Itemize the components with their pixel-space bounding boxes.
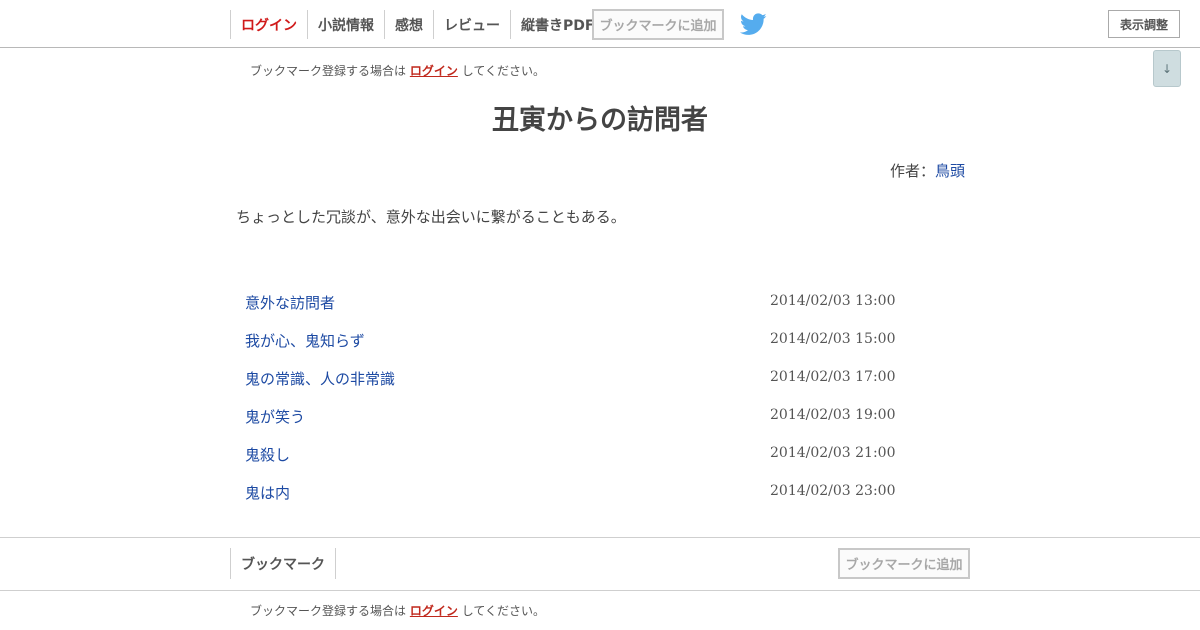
novel-title: 丑寅からの訪問者 [492,105,708,136]
down-arrow-icon: ↓ [1161,61,1173,76]
notice-prefix: ブックマーク登録する場合は [250,64,407,78]
chapter-link[interactable]: 鬼は内 [245,482,290,503]
bookmark-tab[interactable]: ブックマーク [230,548,336,579]
author-line: 作者：鳥頭 [890,160,965,181]
review-link[interactable]: レビュー [433,10,510,39]
chapter-date: 2014/02/03 23:00 [770,483,896,499]
footer-notice-prefix: ブックマーク登録する場合は [250,604,407,618]
vertical-pdf-link[interactable]: 縦書きPDF [510,10,604,39]
scroll-down-button[interactable]: ↓ [1153,50,1181,87]
bottom-bookmark-bar [0,537,1200,591]
notice-login-link[interactable]: ログイン [410,64,458,78]
chapter-date: 2014/02/03 19:00 [770,407,896,423]
chapter-date: 2014/02/03 21:00 [770,445,896,461]
author-name-link[interactable]: 鳥頭 [935,162,965,180]
twitter-bird-icon [739,13,767,35]
chapter-link[interactable]: 鬼が笑う [245,406,305,427]
notice-suffix: してください。 [461,64,545,78]
footer-add-bookmark-button[interactable]: ブックマークに追加 [838,548,970,579]
chapter-link[interactable]: 鬼殺し [245,444,290,465]
chapter-date: 2014/02/03 13:00 [770,293,896,309]
chapter-link[interactable]: 我が心、鬼知らず [245,330,365,351]
footer-notice-suffix: してください。 [461,604,545,618]
login-link[interactable]: ログイン [230,10,307,39]
bookmark-login-notice: ブックマーク登録する場合は ログイン してください。 [250,62,545,79]
footer-notice-login-link[interactable]: ログイン [410,604,458,618]
novel-summary: ちょっとした冗談が、意外な出会いに繋がることもある。 [236,208,626,226]
author-label: 作者： [889,162,935,180]
chapter-date: 2014/02/03 17:00 [770,369,896,385]
footer-bookmark-login-notice: ブックマーク登録する場合は ログイン してください。 [250,602,545,619]
novel-info-link[interactable]: 小説情報 [307,10,384,39]
chapter-link[interactable]: 意外な訪問者 [245,292,335,313]
chapter-date: 2014/02/03 15:00 [770,331,896,347]
display-adjust-button[interactable]: 表示調整 [1108,10,1180,38]
twitter-share-button[interactable] [739,13,767,36]
impressions-link[interactable]: 感想 [384,10,433,39]
top-nav-menu: ログイン 小説情報 感想 レビュー 縦書きPDF [230,10,604,39]
add-bookmark-button[interactable]: ブックマークに追加 [592,9,724,40]
chapter-link[interactable]: 鬼の常識、人の非常識 [245,368,395,389]
